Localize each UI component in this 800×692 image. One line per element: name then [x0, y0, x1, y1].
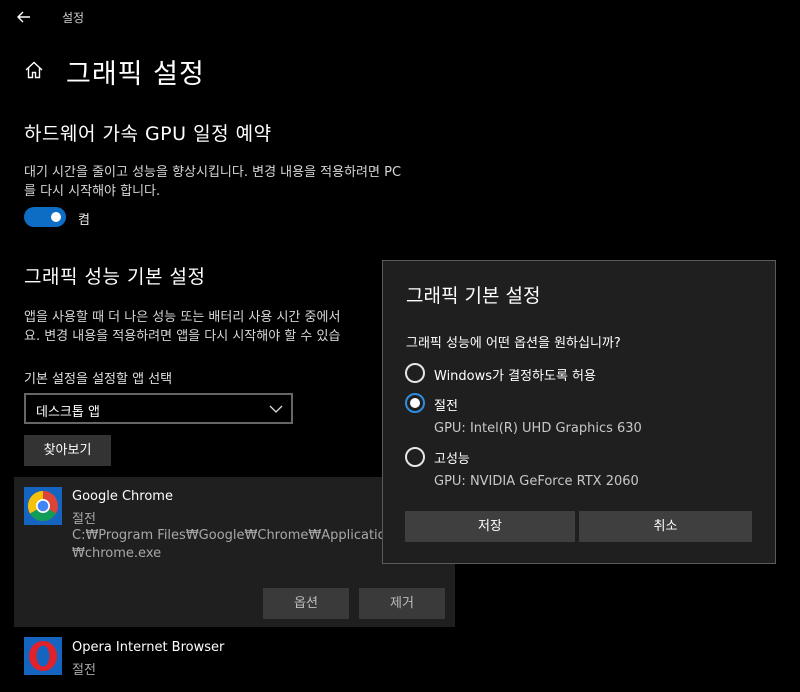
graphics-preference-description-line1: 앱을 사용할 때 더 나은 성능 또는 배터리 사용 시간 중에서: [24, 310, 341, 325]
remove-button[interactable]: 제거: [359, 588, 445, 619]
back-button[interactable]: [10, 5, 38, 29]
options-button[interactable]: 옵션: [263, 588, 349, 619]
back-arrow-icon: [17, 11, 30, 23]
gpu-scheduling-description-line1: 대기 시간을 줄이고 성능을 향상시킵니다. 변경 내용을 적용하려면 PC: [24, 165, 402, 180]
graphics-preference-heading: 그래픽 성능 기본 설정: [24, 266, 206, 288]
gpu-scheduling-description-line2: 를 다시 시작해야 합니다.: [24, 184, 161, 199]
radio-let-windows-decide[interactable]: [405, 363, 425, 383]
home-icon[interactable]: [24, 60, 44, 80]
chrome-icon: [24, 487, 62, 525]
dialog-question: 그래픽 성능에 어떤 옵션을 원하십니까?: [406, 336, 621, 351]
window-title: 설정: [62, 11, 85, 25]
app-preference: 절전: [72, 512, 96, 527]
page-title: 그래픽 설정: [66, 59, 205, 90]
power-saving-gpu-name: GPU: Intel(R) UHD Graphics 630: [434, 421, 642, 436]
radio-power-saving[interactable]: [405, 393, 425, 413]
radio-label-power-saving[interactable]: 절전: [434, 395, 458, 414]
opera-icon: [24, 637, 62, 675]
toggle-state-label: 켬: [78, 213, 90, 228]
graphics-preference-dialog: 그래픽 기본 설정 그래픽 성능에 어떤 옵션을 원하십니까? Windows가…: [382, 260, 776, 564]
app-type-select[interactable]: 데스크톱 앱: [24, 393, 293, 424]
radio-selected-dot: [410, 398, 420, 408]
app-type-select-value: 데스크톱 앱: [36, 405, 100, 420]
graphics-preference-description-line2: 요. 변경 내용을 적용하려면 앱을 다시 시작해야 할 수 있습: [24, 329, 341, 344]
app-path-line2: ₩chrome.exe: [72, 546, 162, 561]
toggle-knob: [51, 212, 61, 222]
cancel-button[interactable]: 취소: [579, 511, 752, 542]
app-name: Opera Internet Browser: [72, 640, 225, 655]
app-preference: 절전: [72, 663, 96, 678]
browse-button[interactable]: 찾아보기: [24, 435, 111, 466]
save-button[interactable]: 저장: [405, 511, 575, 542]
title-bar: 설정: [0, 0, 800, 34]
gpu-scheduling-toggle[interactable]: [24, 207, 66, 227]
chevron-down-icon: [269, 405, 283, 413]
app-path-line1: C:₩Program Files₩Google₩Chrome₩Applicati…: [72, 528, 394, 543]
radio-high-performance[interactable]: [405, 447, 425, 467]
app-select-label: 기본 설정을 설정할 앱 선택: [24, 372, 173, 387]
dialog-title: 그래픽 기본 설정: [406, 285, 541, 307]
app-name: Google Chrome: [72, 489, 173, 504]
radio-label-let-windows-decide[interactable]: Windows가 결정하도록 허용: [434, 365, 596, 384]
high-performance-gpu-name: GPU: NVIDIA GeForce RTX 2060: [434, 474, 639, 489]
gpu-scheduling-heading: 하드웨어 가속 GPU 일정 예약: [24, 123, 272, 145]
radio-label-high-performance[interactable]: 고성능: [434, 448, 470, 467]
